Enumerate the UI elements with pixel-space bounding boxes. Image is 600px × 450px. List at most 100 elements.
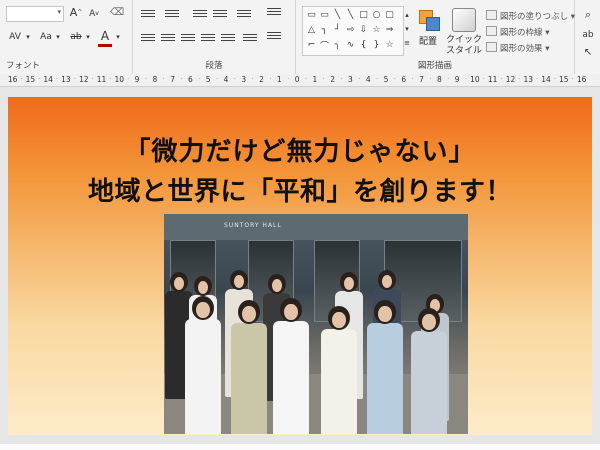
face <box>422 313 436 330</box>
arrange-label: 配置 <box>418 37 437 47</box>
arrange-icon <box>417 8 440 31</box>
slide-canvas[interactable]: 「微力だけど無力じゃない」 地域と世界に「平和」を創ります！ SUNTORY H… <box>0 87 600 450</box>
font-name-box[interactable]: ▾ <box>6 6 64 22</box>
justify-icon[interactable] <box>201 32 215 44</box>
curve-shape-icon[interactable]: ⌒ <box>319 40 330 52</box>
align-left-icon[interactable] <box>141 32 155 44</box>
ruler-tick: 2 <box>330 75 336 84</box>
numbering-icon[interactable] <box>165 8 179 20</box>
line-spacing-icon[interactable] <box>237 8 251 20</box>
arrow-down-shape-icon[interactable]: ⇩ <box>358 25 369 35</box>
ruler-tick: 1 <box>312 75 318 84</box>
quick-styles-button[interactable]: クイック スタイル <box>446 8 482 57</box>
ruler-tick: 12 <box>78 75 89 84</box>
ruler-tick: 16 <box>576 75 587 84</box>
brace-shape-icon[interactable]: } <box>371 40 382 50</box>
chevron-up-icon[interactable]: ▴ <box>403 10 411 20</box>
font-group: ▾ A ^ Av ⌫ AV ▾ Aa ▾ ab ▾ A ▾ フォント <box>0 0 133 74</box>
elbow-connector-icon[interactable]: ┘ <box>332 25 343 35</box>
face <box>332 311 346 328</box>
decrease-indent-icon[interactable] <box>193 8 207 20</box>
ruler-tick: 5 <box>383 75 389 84</box>
distribute-icon[interactable] <box>221 32 235 44</box>
chevron-down-icon[interactable]: ▾ <box>114 30 122 44</box>
shape-outline-button[interactable]: 図形の枠線 ▾ <box>486 26 549 38</box>
bullets-icon[interactable] <box>141 8 155 20</box>
ruler-tick: 9 <box>454 75 460 84</box>
slide[interactable]: 「微力だけど無力じゃない」 地域と世界に「平和」を創ります！ SUNTORY H… <box>8 97 592 435</box>
ruler-tick: 16 <box>7 75 18 84</box>
ruler-tick: 7 <box>419 75 424 84</box>
textbox-shape-icon[interactable]: ▭ <box>306 10 317 20</box>
ruler-tick: 8 <box>436 75 442 84</box>
ruler-tick: 6 <box>401 75 407 84</box>
drawing-group: ▭ ▭ ╲ ╲ □ ○ ▢ △ ┐ ┘ ⇨ ⇩ ☆ ⇒ ⌐ ⌒ ╮ ∿ { } <box>296 0 575 74</box>
clear-formatting-icon[interactable]: ⌫ <box>110 6 124 20</box>
ruler-tick: 3 <box>348 75 353 84</box>
increase-indent-icon[interactable] <box>213 8 227 20</box>
shapes-gallery[interactable]: ▭ ▭ ╲ ╲ □ ○ ▢ △ ┐ ┘ ⇨ ⇩ ☆ ⇒ ⌐ ⌒ ╮ ∿ { } <box>302 6 404 56</box>
star-shape-icon[interactable]: ☆ <box>384 40 395 50</box>
elbow-connector-icon[interactable]: ┐ <box>319 25 330 35</box>
pen-outline-icon <box>486 26 497 36</box>
find-icon[interactable]: ⌕ <box>581 8 595 22</box>
chevron-down-icon[interactable]: ▾ <box>57 8 61 16</box>
arc-shape-icon[interactable]: ╮ <box>332 40 343 50</box>
ruler-tick: 14 <box>541 75 551 84</box>
shape-fill-button[interactable]: 図形の塗りつぶし ▾ <box>486 10 575 22</box>
align-center-icon[interactable] <box>161 32 175 44</box>
face <box>196 301 210 318</box>
ruler-tick: 10 <box>470 75 480 84</box>
torso <box>411 331 447 434</box>
slide-title-line2[interactable]: 地域と世界に「平和」を創ります！ <box>8 171 592 208</box>
char-spacing-button[interactable]: AV <box>6 30 24 44</box>
arrow-shape-icon[interactable]: ⇒ <box>384 25 395 35</box>
ruler-tick: 0 <box>294 75 300 84</box>
triangle-shape-icon[interactable]: △ <box>306 25 317 35</box>
select-icon[interactable]: ↖ <box>581 46 595 60</box>
editing-group: ⌕ ab ↖ <box>575 0 600 74</box>
slide-title-line1[interactable]: 「微力だけど無力じゃない」 <box>8 131 592 168</box>
align-right-icon[interactable] <box>181 32 195 44</box>
ruler-tick: 1 <box>276 75 282 84</box>
curve-shape-icon[interactable]: ∿ <box>345 40 356 50</box>
ruler-tick: 14 <box>43 75 53 84</box>
oval-shape-icon[interactable]: ○ <box>371 10 382 20</box>
ruler-tick: 11 <box>96 75 107 84</box>
chevron-down-icon[interactable]: ▾ <box>403 24 411 34</box>
align-text-icon[interactable] <box>267 30 281 42</box>
quick-styles-icon <box>452 8 476 32</box>
arrange-button[interactable]: 配置 <box>412 8 444 47</box>
building-facade <box>164 214 468 240</box>
ruler-tick: 9 <box>134 75 140 84</box>
chevron-down-icon[interactable]: ▾ <box>24 30 32 44</box>
replace-icon[interactable]: ab <box>581 28 595 42</box>
ruler-tick: 12 <box>505 75 516 84</box>
textbox-vertical-shape-icon[interactable]: ▭ <box>319 10 330 20</box>
shape-effects-button[interactable]: 図形の効果 ▾ <box>486 42 549 54</box>
chevron-down-icon[interactable]: ▾ <box>84 30 92 44</box>
effects-icon <box>486 42 497 52</box>
left-bracket-shape-icon[interactable]: ⌐ <box>306 40 317 50</box>
shrink-font-button[interactable]: Av <box>88 7 100 21</box>
shape-effects-label: 図形の効果 <box>500 44 543 54</box>
text-direction-icon[interactable] <box>267 6 281 18</box>
ruler-tick: 2 <box>259 75 264 84</box>
columns-icon[interactable] <box>243 32 257 44</box>
rectangle-shape-icon[interactable]: □ <box>358 10 369 20</box>
horizontal-ruler[interactable]: 16 · 15 · 14 · 13 · 12 · 11 · 10 · 9 · 8 · 7 · 6 · 5 · 4 · 3 · 2 · 1 · 0… <box>0 74 600 87</box>
line-shape-icon[interactable]: ╲ <box>332 10 343 20</box>
more-shapes-icon[interactable]: ≡ <box>403 38 411 48</box>
rounded-rect-shape-icon[interactable]: ▢ <box>384 10 395 20</box>
chevron-down-icon[interactable]: ▾ <box>54 30 62 44</box>
highlight-button[interactable]: ab <box>68 30 84 44</box>
brace-shape-icon[interactable]: { <box>358 40 369 50</box>
font-color-button[interactable]: A <box>98 28 112 47</box>
star-shape-icon[interactable]: ☆ <box>371 25 382 35</box>
line-shape-icon[interactable]: ╲ <box>345 10 356 20</box>
group-photo[interactable]: SUNTORY HALL <box>164 214 468 434</box>
grow-font-button[interactable]: A ^ <box>69 6 83 20</box>
change-case-button[interactable]: Aa <box>38 30 54 44</box>
arrow-right-shape-icon[interactable]: ⇨ <box>345 25 356 35</box>
grow-font-label: A <box>69 6 78 19</box>
